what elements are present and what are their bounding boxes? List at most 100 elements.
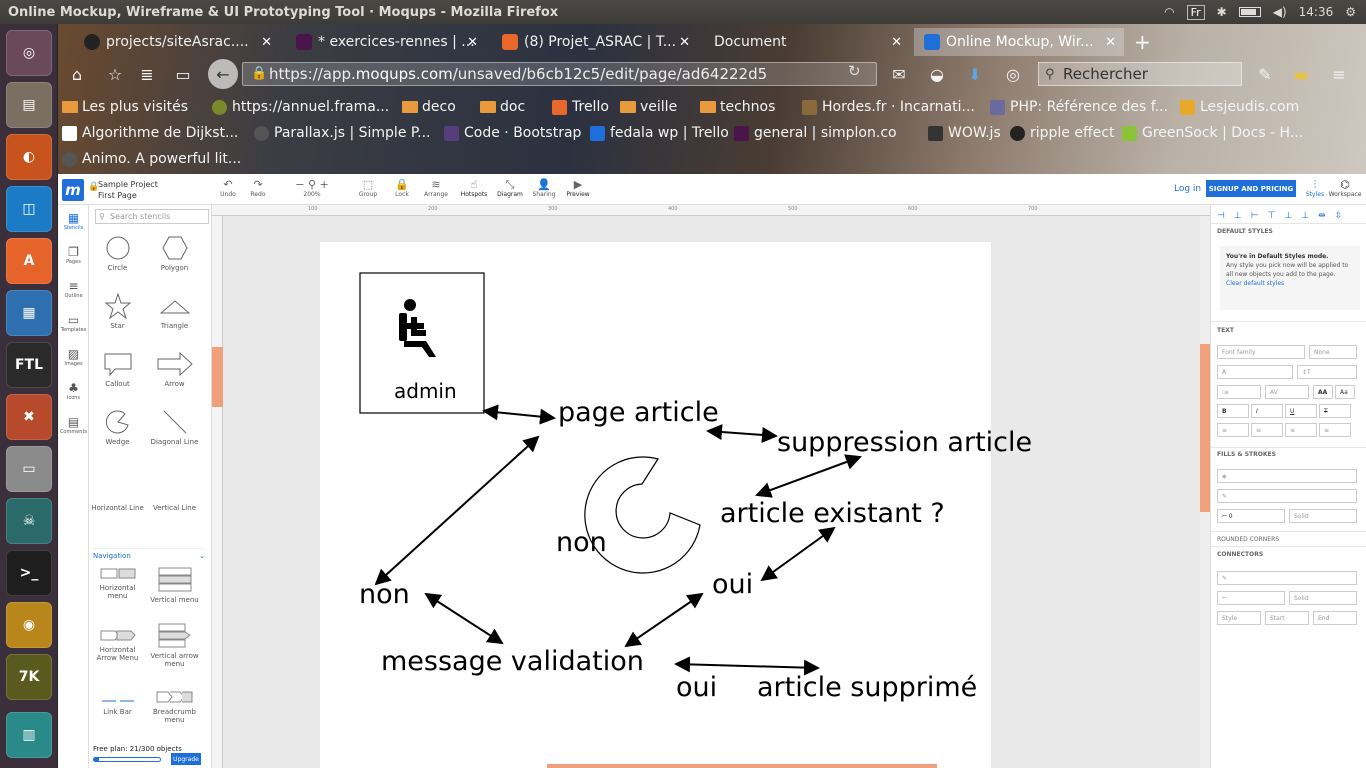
label-article-existant[interactable]: article existant ?: [720, 498, 945, 529]
connector-line-style-select[interactable]: Style: [1217, 611, 1261, 625]
stencil-horizontal-arrow-menu[interactable]: Horizontal Arrow Menu: [89, 629, 146, 662]
icons-tab[interactable]: ♣ Icons: [58, 381, 89, 401]
stencil-triangle[interactable]: Triangle: [146, 293, 203, 330]
firefox-icon[interactable]: ◐: [6, 134, 52, 180]
back-button[interactable]: ←: [208, 59, 238, 89]
redo-button[interactable]: ↷ Redo: [240, 178, 276, 198]
align-right-icon[interactable]: ⊢: [1251, 211, 1259, 221]
letter-spacing-field[interactable]: AV: [1265, 385, 1309, 399]
arrow-page-non[interactable]: [374, 435, 540, 586]
disk-icon[interactable]: ▭: [6, 446, 52, 492]
align-top-icon[interactable]: ⊤: [1268, 211, 1276, 221]
arrow-non-message[interactable]: [424, 592, 504, 645]
distribute-h-icon[interactable]: ⇹: [1318, 211, 1326, 221]
arrange-button[interactable]: ≋ Arrange: [418, 178, 454, 198]
tab-projects[interactable]: projects/siteAsrac.... ✕: [74, 28, 280, 56]
stencils-tab[interactable]: ▦ Stencils: [58, 211, 89, 231]
close-icon[interactable]: ✕: [891, 35, 902, 50]
addon-icon[interactable]: ▬: [1290, 63, 1312, 85]
mail-icon[interactable]: ✉: [888, 63, 910, 85]
stencil-vertical-arrow-menu[interactable]: Vertical arrow menu: [146, 623, 203, 668]
font-size-field[interactable]: A: [1217, 365, 1293, 379]
stencil-callout[interactable]: Callout: [89, 351, 146, 388]
wifi-icon[interactable]: ◠: [1164, 5, 1174, 19]
reload-icon[interactable]: ↻: [848, 62, 861, 80]
tab-moqups[interactable]: Online Mockup, Wir... ✕: [914, 28, 1124, 56]
label-non[interactable]: non: [359, 579, 410, 610]
outline-tab[interactable]: ≡ Outline: [58, 279, 89, 299]
italic-button[interactable]: I: [1251, 404, 1283, 418]
horizontal-scrollbar[interactable]: [547, 764, 937, 768]
battery-icon[interactable]: [1238, 7, 1261, 17]
7k-app-icon[interactable]: 7K: [6, 654, 52, 700]
underline-button[interactable]: U: [1285, 404, 1317, 418]
bookmark-hordes[interactable]: Hordes.fr · Incarnati...: [802, 97, 975, 117]
comments-tab[interactable]: ▤ Comments: [58, 415, 89, 435]
close-icon[interactable]: ✕: [261, 35, 272, 50]
bookmark-bootstrap[interactable]: Code · Bootstrap: [444, 123, 581, 143]
label-page-article[interactable]: page article: [558, 397, 719, 428]
url-bar[interactable]: 🔒 https://app. moqups.com/unsaved/b6cb12c…: [242, 62, 877, 86]
stencil-link-bar[interactable]: Link Bar: [89, 689, 146, 716]
label-oui-bottom[interactable]: oui: [676, 672, 717, 703]
extension-icon[interactable]: ◎: [1002, 63, 1024, 85]
label-suppression-article[interactable]: suppression article: [777, 427, 1032, 458]
preview-button[interactable]: ▶ Preview: [560, 178, 596, 198]
bookmark-technos[interactable]: technos: [700, 97, 775, 117]
images-tab[interactable]: ▨ Images: [58, 347, 89, 367]
bookmark-parallax[interactable]: Parallax.js | Simple P...: [254, 123, 431, 143]
label-article-supprime[interactable]: article supprimé: [757, 672, 977, 703]
folder-icon[interactable]: ▭: [172, 63, 194, 85]
fill-color-field[interactable]: ◈: [1217, 469, 1357, 483]
distribute-v-icon[interactable]: ⇳: [1335, 211, 1343, 221]
arrow-page-suppression[interactable]: [706, 424, 778, 443]
reader-list-icon[interactable]: ≣: [136, 63, 158, 85]
download-icon[interactable]: ⬇: [964, 63, 986, 85]
bookmark-framalibre[interactable]: https://annuel.frama...: [212, 97, 389, 117]
align-text-center-button[interactable]: ≡: [1251, 423, 1283, 437]
bookmark-dijkstra[interactable]: Algorithme de Dijkst...: [62, 123, 238, 143]
lock-button[interactable]: 🔒 Lock: [384, 178, 420, 198]
connector-color-field[interactable]: ✎: [1217, 571, 1357, 585]
keyboard-layout[interactable]: Fr: [1186, 4, 1205, 20]
font-weight-select[interactable]: None: [1309, 345, 1357, 359]
project-info[interactable]: Sample Project First Page: [98, 179, 158, 201]
close-icon[interactable]: ✕: [1105, 35, 1116, 50]
pocket-icon[interactable]: ◒: [926, 63, 948, 85]
menu-icon[interactable]: ≡: [1328, 63, 1350, 85]
game-icon[interactable]: ☠: [6, 498, 52, 544]
canvas[interactable]: admin page article suppression article a…: [223, 216, 1199, 768]
capitalize-button[interactable]: Aa: [1335, 385, 1355, 399]
arrow-suppression-existant[interactable]: [755, 454, 862, 498]
ftl-game-icon[interactable]: FTL: [6, 342, 52, 388]
login-link[interactable]: Log in: [1174, 184, 1201, 194]
hotspots-button[interactable]: ☝ Hotspots: [456, 178, 492, 198]
align-middle-icon[interactable]: ⊥: [1284, 211, 1292, 221]
files-icon[interactable]: ▤: [6, 82, 52, 128]
sharing-button[interactable]: 👤 Sharing: [526, 178, 562, 198]
align-center-icon[interactable]: ⊥: [1234, 211, 1242, 221]
bookmark-lesjeudis[interactable]: Lesjeudis.com: [1180, 97, 1299, 117]
stencil-circle[interactable]: Circle: [89, 235, 146, 272]
connector-width-field[interactable]: ⤚: [1217, 591, 1285, 605]
bookmark-simplon[interactable]: general | simplon.co: [734, 123, 897, 143]
stencil-polygon[interactable]: Polygon: [146, 235, 203, 272]
system-tools-icon[interactable]: ✖: [6, 394, 52, 440]
align-text-left-button[interactable]: ≡: [1217, 423, 1249, 437]
ubuntu-dash-icon[interactable]: ◎: [6, 30, 52, 76]
navigation-section-header[interactable]: Navigation ⌄: [93, 548, 205, 560]
clock[interactable]: 14:36: [1299, 5, 1334, 19]
stencil-star[interactable]: Star: [89, 293, 146, 330]
stroke-width-field[interactable]: ⤚ 0: [1217, 509, 1285, 523]
stencil-vertical-line[interactable]: Vertical Line: [146, 475, 203, 512]
bookmark-fedala[interactable]: fedala wp | Trello: [590, 123, 729, 143]
volume-icon[interactable]: ◀): [1273, 5, 1287, 19]
software-center-icon[interactable]: A: [6, 238, 52, 284]
list-style-select[interactable]: ⁝≡: [1217, 385, 1261, 399]
connector-end-select[interactable]: End: [1313, 611, 1357, 625]
stencil-search-input[interactable]: ⚲ Search stencils: [95, 209, 209, 224]
new-tab-button[interactable]: +: [1134, 30, 1151, 54]
clear-default-styles-link[interactable]: Clear default styles: [1226, 279, 1354, 288]
terminal-icon[interactable]: >_: [6, 550, 52, 596]
stroke-style-select[interactable]: Solid: [1289, 509, 1357, 523]
